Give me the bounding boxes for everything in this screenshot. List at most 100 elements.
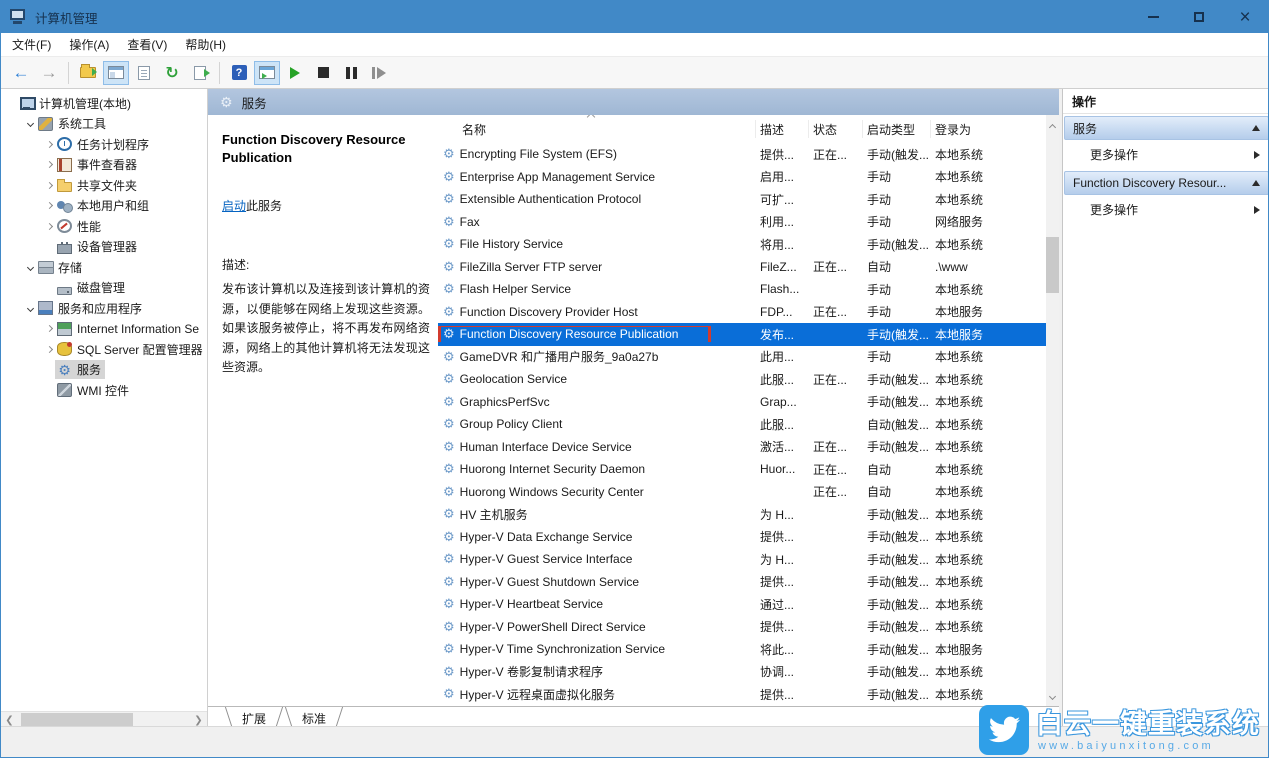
expander-icon[interactable] [43, 162, 55, 167]
maximize-button[interactable] [1176, 1, 1222, 33]
restart-service-button[interactable] [366, 61, 392, 85]
service-row[interactable]: Hyper-V Data Exchange Service提供...手动(触发.… [438, 526, 1046, 549]
tree-item-computer-management-local[interactable]: 计算机管理(本地) [1, 93, 207, 114]
refresh-button[interactable]: ↻ [159, 61, 185, 85]
service-row[interactable]: Geolocation Service此服...正在...手动(触发...本地系… [438, 368, 1046, 391]
column-header-name[interactable]: 名称 [438, 120, 756, 138]
service-row[interactable]: Extensible Authentication Protocol可扩...手… [438, 188, 1046, 211]
scroll-down-button[interactable] [1046, 690, 1059, 705]
pause-service-button[interactable] [338, 61, 364, 85]
tree-item-sql-server-config[interactable]: SQL Server 配置管理器 [1, 339, 207, 360]
collapse-icon[interactable] [1252, 180, 1260, 186]
expander-icon[interactable] [24, 121, 36, 126]
forward-icon: → [41, 63, 58, 83]
service-description: 提供... [756, 528, 809, 545]
action-section-label: Function Discovery Resour... [1073, 176, 1252, 190]
scroll-thumb[interactable] [1046, 237, 1059, 293]
expander-icon[interactable] [24, 306, 36, 311]
tree-item-disk-management[interactable]: 磁盘管理 [1, 278, 207, 299]
service-row-selected[interactable]: Function Discovery Resource Publication发… [438, 323, 1046, 346]
action-item-label: 更多操作 [1090, 201, 1254, 218]
service-row[interactable]: Hyper-V Heartbeat Service通过...手动(触发...本地… [438, 593, 1046, 616]
tree-item-wmi-control[interactable]: WMI 控件 [1, 380, 207, 401]
menu-view[interactable]: 查看(V) [118, 32, 176, 57]
minimize-button[interactable] [1130, 1, 1176, 33]
column-header-description[interactable]: 描述 [756, 120, 809, 138]
expander-icon[interactable] [43, 142, 55, 147]
forward-button[interactable]: → [36, 61, 62, 85]
console-tree-toggle-button[interactable] [103, 61, 129, 85]
tree-item-device-manager[interactable]: 设备管理器 [1, 237, 207, 258]
expander-icon[interactable] [43, 326, 55, 331]
tree-item-services-and-applications[interactable]: 服务和应用程序 [1, 298, 207, 319]
service-startup-type: 自动(触发... [863, 416, 931, 433]
service-row[interactable]: Enterprise App Management Service启用...手动… [438, 166, 1046, 189]
tree-item-shared-folders[interactable]: 共享文件夹 [1, 175, 207, 196]
column-header-status[interactable]: 状态 [809, 120, 863, 138]
fdrp-more-actions[interactable]: 更多操作 [1063, 195, 1269, 224]
service-row[interactable]: FileZilla Server FTP serverFileZ...正在...… [438, 256, 1046, 279]
service-row[interactable]: GameDVR 和广播用户服务_9a0a27b此用...手动本地系统 [438, 346, 1046, 369]
service-row[interactable]: Group Policy Client此服...自动(触发...本地系统 [438, 413, 1046, 436]
service-logon-as: 本地系统 [931, 168, 1046, 185]
action-pane-toggle-button[interactable] [254, 61, 280, 85]
stop-service-button[interactable] [310, 61, 336, 85]
menu-help[interactable]: 帮助(H) [176, 32, 235, 57]
tree-item-local-users-groups[interactable]: 本地用户和组 [1, 196, 207, 217]
service-row[interactable]: Huorong Windows Security Center正在...自动本地… [438, 481, 1046, 504]
expander-icon[interactable] [43, 203, 55, 208]
menu-file[interactable]: 文件(F) [3, 32, 60, 57]
help-button[interactable]: ? [226, 61, 252, 85]
tree-item-iis[interactable]: Internet Information Se [1, 319, 207, 340]
expander-icon[interactable] [43, 224, 55, 229]
service-row[interactable]: Human Interface Device Service激活...正在...… [438, 436, 1046, 459]
tree-item-services[interactable]: 服务 [1, 360, 207, 381]
service-row[interactable]: Hyper-V Guest Shutdown Service提供...手动(触发… [438, 571, 1046, 594]
service-row[interactable]: Function Discovery Provider HostFDP...正在… [438, 301, 1046, 324]
back-button[interactable]: ← [8, 61, 34, 85]
service-name: GraphicsPerfSvc [460, 395, 550, 409]
collapse-icon[interactable] [1252, 125, 1260, 131]
column-header-startup-type[interactable]: 启动类型 [863, 120, 931, 138]
tree-item-system-tools[interactable]: 系统工具 [1, 114, 207, 135]
expander-icon[interactable] [43, 347, 55, 352]
expander-icon[interactable] [43, 183, 55, 188]
export-list-button[interactable] [187, 61, 213, 85]
toolbar: ← → ↻? [1, 57, 1268, 89]
tree-item-task-scheduler[interactable]: 任务计划程序 [1, 134, 207, 155]
service-row[interactable]: Flash Helper ServiceFlash...手动本地系统 [438, 278, 1046, 301]
service-startup-type: 手动(触发... [863, 506, 931, 523]
start-service-link[interactable]: 启动 [222, 199, 246, 213]
properties-button[interactable] [131, 61, 157, 85]
services-more-actions[interactable]: 更多操作 [1063, 140, 1269, 169]
action-section-header-services[interactable]: 服务 [1064, 116, 1269, 140]
services-pane: 服务 Function Discovery Resource Publicati… [208, 89, 1059, 728]
service-name-cell: Group Policy Client [438, 416, 756, 432]
service-row[interactable]: Hyper-V Guest Service Interface为 H...手动(… [438, 548, 1046, 571]
tree-item-event-viewer[interactable]: 事件查看器 [1, 155, 207, 176]
service-row[interactable]: HV 主机服务为 H...手动(触发...本地系统 [438, 503, 1046, 526]
service-row[interactable]: Hyper-V 远程桌面虚拟化服务提供...手动(触发...本地系统 [438, 683, 1046, 706]
tree-item-storage[interactable]: 存储 [1, 257, 207, 278]
start-service-button[interactable] [282, 61, 308, 85]
service-row[interactable]: Hyper-V PowerShell Direct Service提供...手动… [438, 616, 1046, 639]
up-one-level-button[interactable] [75, 61, 101, 85]
service-row[interactable]: GraphicsPerfSvcGrap...手动(触发...本地系统 [438, 391, 1046, 414]
scroll-up-button[interactable] [1046, 118, 1059, 133]
vertical-scrollbar[interactable] [1046, 115, 1059, 706]
service-row[interactable]: Huorong Internet Security DaemonHuor...正… [438, 458, 1046, 481]
service-row[interactable]: Hyper-V 卷影复制请求程序协调...手动(触发...本地系统 [438, 661, 1046, 684]
menu-action[interactable]: 操作(A) [60, 32, 118, 57]
column-header-logon-as[interactable]: 登录为 [931, 120, 1046, 138]
service-name: Hyper-V Data Exchange Service [460, 530, 633, 544]
selected-service-title: Function Discovery Resource Publication [222, 131, 422, 167]
service-row[interactable]: Hyper-V Time Synchronization Service将此..… [438, 638, 1046, 661]
close-button[interactable]: × [1222, 1, 1268, 33]
service-logon-as: 本地系统 [931, 348, 1046, 365]
service-row[interactable]: Fax利用...手动网络服务 [438, 211, 1046, 234]
service-row[interactable]: File History Service将用...手动(触发...本地系统 [438, 233, 1046, 256]
action-section-header-fdrp[interactable]: Function Discovery Resour... [1064, 171, 1269, 195]
expander-icon[interactable] [24, 265, 36, 270]
service-row[interactable]: Encrypting File System (EFS)提供...正在...手动… [438, 143, 1046, 166]
tree-item-performance[interactable]: 性能 [1, 216, 207, 237]
